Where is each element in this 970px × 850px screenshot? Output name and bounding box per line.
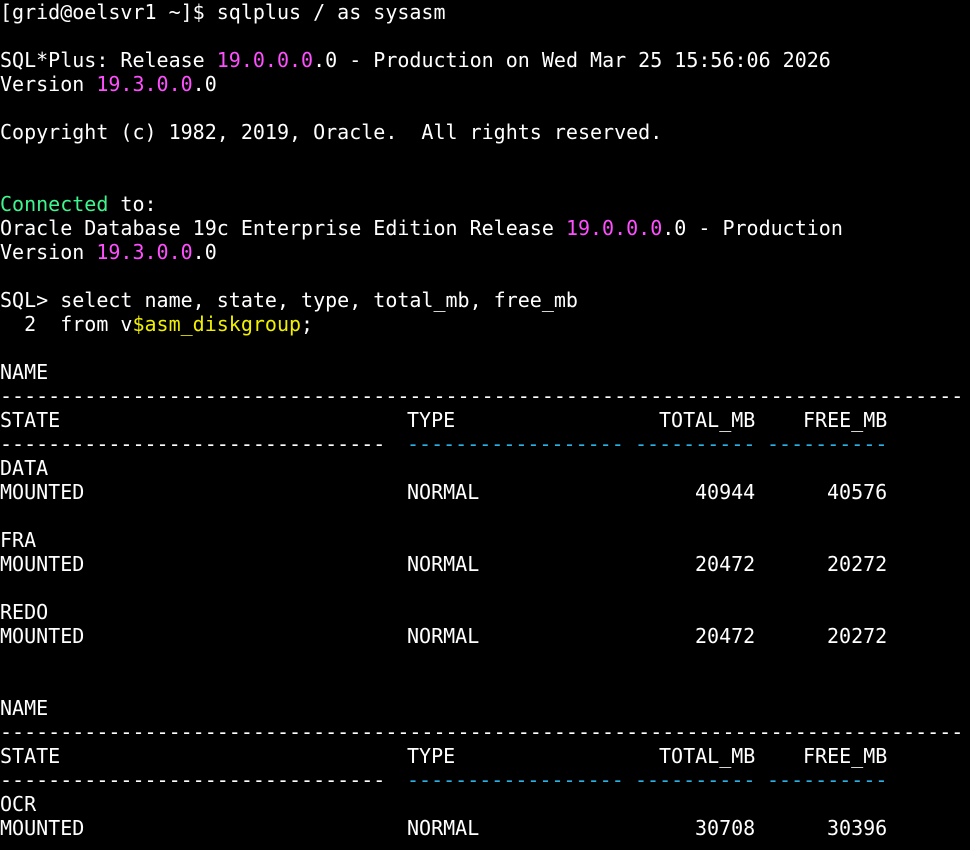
banner-prefix: SQL*Plus: Release xyxy=(0,48,217,72)
query-view-name: $asm_diskgroup xyxy=(132,312,302,336)
separator-free-mb: ---------- xyxy=(767,768,888,792)
db-version-line: Version 19.3.0.0.0 xyxy=(0,240,970,264)
db-banner-prefix: Oracle Database 19c Enterprise Edition R… xyxy=(0,216,566,240)
row-free-mb-cell: 20272 xyxy=(827,552,888,576)
column-header-total-mb: TOTAL_MB xyxy=(659,408,756,432)
connected-word: Connected xyxy=(0,192,109,216)
terminal-window[interactable]: [grid@oelsvr1 ~]$ sqlplus / as sysasm SQ… xyxy=(0,0,970,850)
row-total-mb-cell: 30708 xyxy=(695,816,756,840)
column-header-name: NAME xyxy=(0,360,49,384)
column-header-row: STATE TYPE TOTAL_MB FREE_MB xyxy=(0,744,970,768)
table-row: MOUNTED NORMAL 20472 20272 xyxy=(0,624,970,648)
row-name-cell: REDO xyxy=(0,600,49,624)
sqlplus-banner-line: SQL*Plus: Release 19.0.0.0.0 - Productio… xyxy=(0,48,970,72)
separator-state: -------------------------------- xyxy=(0,768,386,792)
connected-rest: to: xyxy=(108,192,157,216)
table-row: MOUNTED NORMAL 30708 30396 xyxy=(0,816,970,840)
db-release-version: 19.0.0.0 xyxy=(565,216,663,240)
sqlplus-version-line: Version 19.3.0.0.0 xyxy=(0,72,970,96)
row-type-cell: NORMAL xyxy=(407,480,480,504)
row-name-cell: FRA xyxy=(0,528,37,552)
row-state-cell: MOUNTED xyxy=(0,624,85,648)
separator-state: -------------------------------- xyxy=(0,432,386,456)
row-type-cell: NORMAL xyxy=(407,816,480,840)
table-row: MOUNTED NORMAL 20472 20272 xyxy=(0,552,970,576)
separator-free-mb: ---------- xyxy=(767,432,888,456)
header-separator-full: ----------------------------------------… xyxy=(0,720,964,744)
copyright-line: Copyright (c) 1982, 2019, Oracle. All ri… xyxy=(0,120,663,144)
version-prefix: Version xyxy=(0,72,97,96)
connected-line: Connected to: xyxy=(0,192,970,216)
db-version-prefix: Version xyxy=(0,240,97,264)
row-state-cell: MOUNTED xyxy=(0,480,85,504)
separator-type: ------------------ xyxy=(407,432,624,456)
shell-prompt-line: [grid@oelsvr1 ~]$ sqlplus / as sysasm xyxy=(0,0,446,24)
column-header-type: TYPE xyxy=(407,744,456,768)
row-total-mb-cell: 20472 xyxy=(695,624,756,648)
query-from: 2 from v xyxy=(0,312,133,336)
version-suffix: .0 xyxy=(192,72,217,96)
row-state-cell: MOUNTED xyxy=(0,816,85,840)
sql-query-line-1: SQL> select name, state, type, total_mb,… xyxy=(0,288,578,312)
column-separator-row: -------------------------------- -------… xyxy=(0,768,970,792)
column-header-row: STATE TYPE TOTAL_MB FREE_MB xyxy=(0,408,970,432)
row-name-cell: OCR xyxy=(0,792,37,816)
db-version-suffix: .0 xyxy=(192,240,217,264)
release-version: 19.0.0.0 xyxy=(216,48,314,72)
column-header-name: NAME xyxy=(0,696,49,720)
column-header-free-mb: FREE_MB xyxy=(803,744,888,768)
row-free-mb-cell: 30396 xyxy=(827,816,888,840)
banner-suffix: .0 - Production on Wed Mar 25 15:56:06 2… xyxy=(313,48,831,72)
separator-type: ------------------ xyxy=(407,768,624,792)
row-total-mb-cell: 20472 xyxy=(695,552,756,576)
row-name-cell: DATA xyxy=(0,456,49,480)
row-state-cell: MOUNTED xyxy=(0,552,85,576)
row-total-mb-cell: 40944 xyxy=(695,480,756,504)
column-header-free-mb: FREE_MB xyxy=(803,408,888,432)
version-number: 19.3.0.0 xyxy=(96,72,193,96)
row-type-cell: NORMAL xyxy=(407,552,480,576)
column-header-total-mb: TOTAL_MB xyxy=(659,744,756,768)
separator-total-mb: ---------- xyxy=(635,768,756,792)
table-row: MOUNTED NORMAL 40944 40576 xyxy=(0,480,970,504)
sql-query-line-2: 2 from v$asm_diskgroup; xyxy=(0,312,970,336)
db-banner-suffix: .0 - Production xyxy=(662,216,843,240)
column-separator-row: -------------------------------- -------… xyxy=(0,432,970,456)
row-type-cell: NORMAL xyxy=(407,624,480,648)
row-free-mb-cell: 20272 xyxy=(827,624,888,648)
db-version-number: 19.3.0.0 xyxy=(96,240,193,264)
column-header-type: TYPE xyxy=(407,408,456,432)
column-header-state: STATE xyxy=(0,744,61,768)
separator-total-mb: ---------- xyxy=(635,432,756,456)
row-free-mb-cell: 40576 xyxy=(827,480,888,504)
column-header-state: STATE xyxy=(0,408,61,432)
query-terminator: ; xyxy=(301,312,314,336)
header-separator-full: ----------------------------------------… xyxy=(0,384,964,408)
db-banner-line: Oracle Database 19c Enterprise Edition R… xyxy=(0,216,970,240)
